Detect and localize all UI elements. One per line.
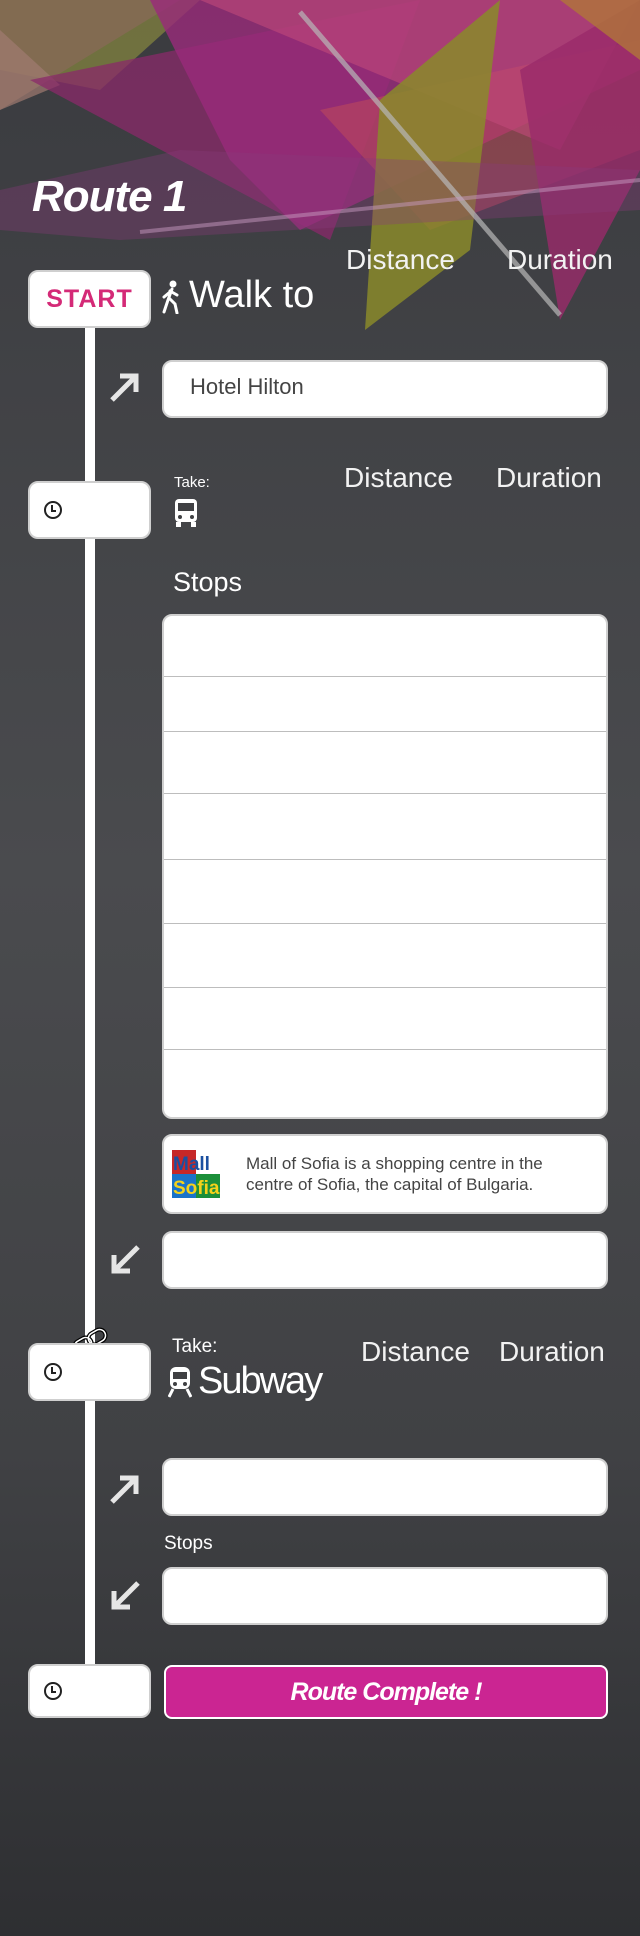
stop-row[interactable] xyxy=(164,1050,606,1117)
stop-row[interactable] xyxy=(164,860,606,924)
stop-row[interactable] xyxy=(164,677,606,732)
subway-time-badge xyxy=(28,1343,151,1401)
bus-duration-label: Duration xyxy=(496,462,602,493)
arrow-down-left-icon xyxy=(108,1243,142,1284)
subway-duration-label: Duration xyxy=(499,1336,605,1367)
arrow-down-left-icon xyxy=(108,1579,142,1620)
place-description: Mall of Sofia is a shopping centre in th… xyxy=(246,1154,543,1194)
bus-stops-label: Stops xyxy=(173,567,243,597)
route-title: Route 1 xyxy=(32,172,187,221)
walk-to-label: Walk to xyxy=(189,274,315,316)
mall-logo: Mall Sofia xyxy=(172,1150,220,1198)
bus-take-label: Take: xyxy=(174,474,210,491)
walk-distance-label: Distance xyxy=(346,244,455,275)
subway-mode-label: Subway xyxy=(198,1360,323,1402)
walk-destination-value: Hotel Hilton xyxy=(190,374,304,399)
subway-icon xyxy=(167,1366,193,1403)
subway-take-label: Take: xyxy=(172,1336,218,1357)
bus-time-badge xyxy=(28,481,151,539)
route-complete-button[interactable]: Route Complete ! xyxy=(164,1665,608,1719)
start-badge: START xyxy=(28,270,151,328)
stop-row[interactable] xyxy=(164,924,606,988)
stop-row[interactable] xyxy=(164,616,606,677)
start-label: START xyxy=(46,284,133,313)
subway-board-field[interactable] xyxy=(162,1458,608,1516)
arrow-up-right-icon xyxy=(108,370,142,411)
final-time-badge xyxy=(28,1664,151,1718)
stop-row[interactable] xyxy=(164,732,606,794)
route-complete-label: Route Complete ! xyxy=(290,1677,483,1706)
walk-duration-label: Duration xyxy=(507,244,613,275)
svg-text:Sofia: Sofia xyxy=(173,1178,220,1198)
stop-row[interactable] xyxy=(164,794,606,860)
clock-icon xyxy=(44,1363,62,1381)
bus-icon xyxy=(173,498,199,533)
clock-icon xyxy=(44,501,62,519)
subway-exit-field[interactable] xyxy=(162,1567,608,1625)
clock-icon xyxy=(44,1682,62,1700)
bus-exit-field[interactable] xyxy=(162,1231,608,1289)
subway-stops-label: Stops xyxy=(164,1533,213,1554)
place-info-card[interactable]: Mall Sofia Mall of Sofia is a shopping c… xyxy=(162,1134,608,1214)
subway-distance-label: Distance xyxy=(361,1336,470,1367)
svg-text:Mall: Mall xyxy=(173,1154,210,1175)
bus-stops-list xyxy=(162,614,608,1119)
arrow-up-right-icon xyxy=(108,1472,142,1513)
walk-destination-field[interactable]: Hotel Hilton xyxy=(162,360,608,418)
bus-distance-label: Distance xyxy=(344,462,453,493)
stop-row[interactable] xyxy=(164,988,606,1050)
walk-icon xyxy=(160,280,182,319)
